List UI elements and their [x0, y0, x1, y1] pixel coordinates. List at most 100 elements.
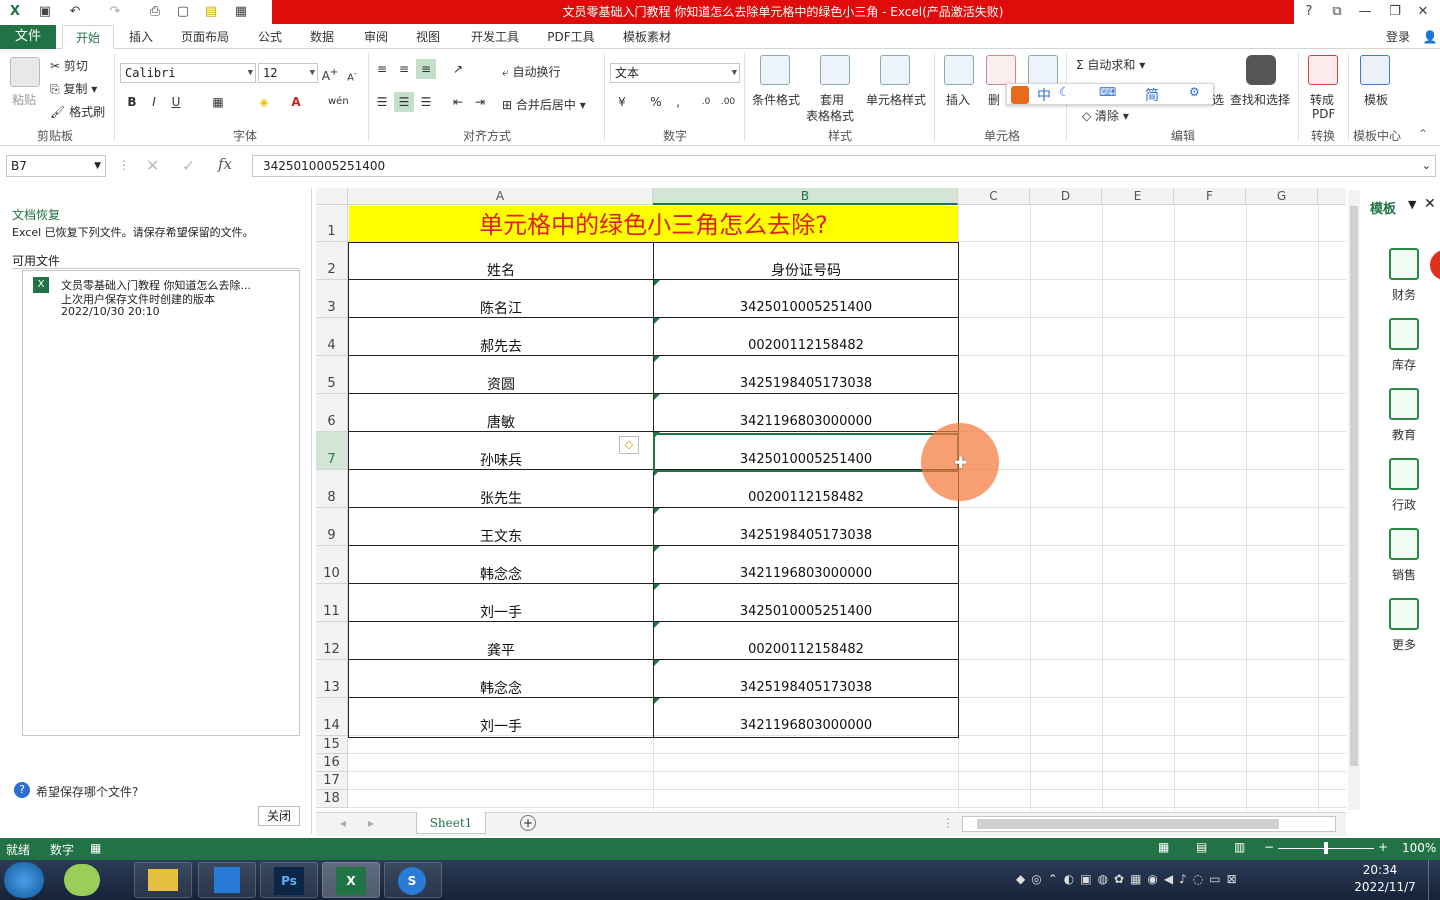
login-link[interactable]: 登录	[1376, 25, 1420, 49]
close-window-button[interactable]: ✕	[1410, 2, 1436, 22]
row-header[interactable]: 8	[316, 470, 348, 508]
close-pane-icon[interactable]: ✕	[1424, 196, 1436, 212]
id-cell[interactable]: 3425198405173038	[654, 680, 958, 695]
pdf-icon[interactable]	[1308, 55, 1338, 85]
open-folder-icon[interactable]: ▤	[202, 3, 220, 21]
align-right-icon[interactable]: ☰	[416, 92, 436, 112]
tab-page-layout[interactable]: 页面布局	[172, 25, 238, 49]
template-admin[interactable]: 行政	[1384, 458, 1424, 513]
name-cell[interactable]: 张先生	[349, 488, 653, 508]
horizontal-scrollbar[interactable]	[962, 816, 1336, 832]
collapse-ribbon-icon[interactable]: ⌃	[1418, 127, 1428, 141]
align-top-icon[interactable]: ≡	[372, 59, 392, 79]
template-button[interactable]: 模板	[1364, 91, 1388, 108]
row-header[interactable]: 12	[316, 622, 348, 660]
id-cell[interactable]: 3425010005251400	[654, 604, 958, 619]
column-header-c[interactable]: C	[958, 188, 1030, 205]
row-header[interactable]: 16	[316, 754, 348, 772]
font-size-select[interactable]: 12 ▼	[258, 63, 318, 83]
format-painter-button[interactable]: 🖌 格式刷	[50, 103, 105, 120]
taskbar-files[interactable]	[198, 862, 256, 898]
page-break-view-icon[interactable]: ▥	[1234, 840, 1245, 854]
tab-formulas[interactable]: 公式	[250, 25, 290, 49]
cell-format-icon[interactable]	[1028, 55, 1058, 85]
name-cell[interactable]: 资圆	[349, 374, 653, 394]
clear-button[interactable]: ◇ 清除 ▾	[1082, 107, 1129, 124]
id-cell[interactable]: 3421196803000000	[654, 414, 958, 429]
select-all-corner[interactable]	[316, 188, 348, 205]
name-cell[interactable]: 韩念念	[349, 564, 653, 584]
row-header[interactable]: 7	[316, 432, 348, 470]
row-header[interactable]: 14	[316, 698, 348, 736]
header-name-cell[interactable]: 姓名	[349, 260, 653, 280]
taskbar-excel[interactable]: X	[322, 862, 380, 898]
name-cell[interactable]: 刘一手	[349, 602, 653, 622]
column-header-h[interactable]	[1318, 188, 1346, 205]
start-button[interactable]	[4, 862, 44, 898]
help-button[interactable]: ?	[1296, 2, 1322, 22]
wrap-text-button[interactable]: ⤶ 自动换行	[502, 63, 561, 80]
template-education[interactable]: 教育	[1384, 388, 1424, 443]
tab-pdf-tools[interactable]: PDF工具	[540, 25, 602, 49]
align-bottom-icon[interactable]: ≡	[416, 59, 436, 79]
row-header[interactable]: 1	[316, 206, 348, 242]
zoom-level[interactable]: 100%	[1402, 841, 1436, 855]
recovery-file-item[interactable]: X 文员零基础入门教程 你知道怎么去除... 上次用户保存文件时创建的版本 20…	[27, 275, 281, 321]
save-icon[interactable]: ▣	[36, 3, 54, 21]
row-header[interactable]: 18	[316, 790, 348, 808]
align-middle-icon[interactable]: ≡	[394, 59, 414, 79]
row-header[interactable]: 6	[316, 394, 348, 432]
floating-ime-toolbar[interactable]: 中 ☾ ⌨ 简 ⚙	[1006, 83, 1214, 105]
prev-sheet-icon[interactable]: ◂	[340, 816, 346, 830]
normal-view-icon[interactable]: ▦	[1158, 840, 1169, 854]
name-cell[interactable]: 唐敏	[349, 412, 653, 432]
zoom-out-icon[interactable]: −	[1264, 840, 1274, 854]
increase-decimal-icon[interactable]: .0	[696, 92, 716, 112]
to-pdf-button-line1[interactable]: 转成	[1310, 91, 1334, 108]
clock-time[interactable]: 20:34	[1350, 863, 1410, 877]
row-header[interactable]: 5	[316, 356, 348, 394]
name-cell[interactable]: 王文东	[349, 526, 653, 546]
vertical-scrollbar[interactable]	[1348, 190, 1360, 810]
formula-input[interactable]: 3425010005251400 ⌄	[252, 155, 1436, 177]
template-sales[interactable]: 销售	[1384, 528, 1424, 583]
percent-icon[interactable]: %	[646, 92, 666, 112]
vertical-scroll-thumb[interactable]	[1350, 206, 1358, 766]
underline-button[interactable]: U	[166, 92, 186, 112]
row-header[interactable]: 9	[316, 508, 348, 546]
row-header[interactable]: 11	[316, 584, 348, 622]
align-center-icon[interactable]: ☰	[394, 92, 414, 112]
active-cell-selection[interactable]	[653, 433, 959, 472]
id-cell[interactable]: 3425010005251400	[654, 300, 958, 315]
print-preview-icon[interactable]: ⎙	[146, 3, 164, 21]
borders-icon[interactable]: ▦	[208, 92, 228, 112]
table-format-button-line2[interactable]: 表格格式	[806, 107, 854, 124]
macro-record-icon[interactable]: ▦	[90, 841, 101, 855]
column-header-a[interactable]: A	[348, 188, 653, 205]
row-header[interactable]: 13	[316, 660, 348, 698]
shrink-font-icon[interactable]: A-	[342, 63, 362, 83]
grow-font-icon[interactable]: A+	[320, 63, 340, 83]
template-finance[interactable]: 财务	[1384, 248, 1424, 303]
name-cell[interactable]: 孙味兵	[349, 450, 653, 470]
column-header-b[interactable]: B	[653, 188, 958, 205]
user-avatar-icon[interactable]: 👤	[1420, 25, 1440, 49]
tab-insert[interactable]: 插入	[120, 25, 162, 49]
keyboard-icon[interactable]: ⌨	[1099, 85, 1116, 99]
layout-icon[interactable]: ▦	[232, 3, 250, 21]
find-select-button[interactable]: 查找和选择	[1230, 91, 1290, 108]
name-cell[interactable]: 龚平	[349, 640, 653, 660]
spreadsheet-grid[interactable]: A B C D E F G 1 2 3 4 5 6 7 8 9 10 11 12 13 14 15 16 17 1…	[316, 188, 1346, 810]
name-cell[interactable]: 陈名江	[349, 298, 653, 318]
currency-icon[interactable]: ¥	[612, 92, 632, 112]
conditional-format-icon[interactable]	[760, 55, 790, 85]
ime-simplified-toggle[interactable]: 简	[1145, 85, 1159, 105]
moon-icon[interactable]: ☾	[1059, 85, 1070, 99]
gear-icon[interactable]: ⚙	[1189, 85, 1200, 99]
increase-indent-icon[interactable]: ⇥	[470, 92, 490, 112]
clock-date[interactable]: 2022/11/7	[1350, 880, 1420, 894]
cancel-entry-icon[interactable]: ✕	[146, 156, 159, 175]
cell-styles-icon[interactable]	[880, 55, 910, 85]
font-color-icon[interactable]: A	[286, 92, 306, 112]
template-more[interactable]: 更多	[1384, 598, 1424, 653]
